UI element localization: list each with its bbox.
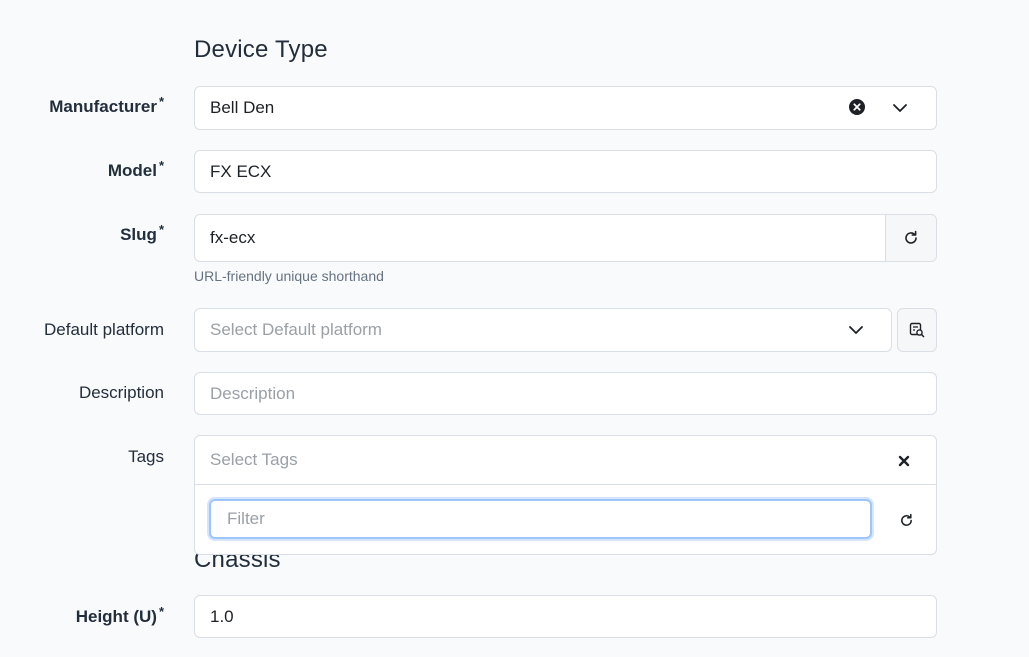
tags-filter-input[interactable]: Filter xyxy=(209,499,872,539)
default-platform-label: Default platform xyxy=(44,320,164,339)
slug-label-text: Slug xyxy=(120,225,157,244)
height-label-text: Height (U) xyxy=(75,607,157,626)
default-platform-select[interactable]: Select Default platform xyxy=(194,308,892,352)
height-input[interactable]: 1.0 xyxy=(194,595,937,638)
search-list-icon xyxy=(909,322,925,338)
required-mark: * xyxy=(158,158,164,173)
slug-label: Slug * xyxy=(0,222,164,245)
description-label: Description xyxy=(78,383,164,402)
section-title-device-type: Device Type xyxy=(194,36,328,63)
chevron-down-icon[interactable] xyxy=(890,99,910,117)
close-circle-icon[interactable] xyxy=(848,98,866,116)
regenerate-slug-button[interactable] xyxy=(885,214,937,262)
platform-lookup-button[interactable] xyxy=(897,308,937,352)
refresh-icon xyxy=(903,230,919,246)
default-platform-placeholder: Select Default platform xyxy=(210,320,382,339)
model-label-text: Model xyxy=(107,161,157,180)
close-icon[interactable] xyxy=(895,452,913,470)
required-mark: * xyxy=(158,222,164,237)
slug-value: fx-ecx xyxy=(210,228,256,247)
refresh-icon[interactable] xyxy=(897,511,915,529)
manufacturer-label-text: Manufacturer xyxy=(49,97,157,116)
chevron-down-icon[interactable] xyxy=(846,321,866,339)
tags-select-open[interactable]: Select Tags Filter xyxy=(194,435,937,555)
required-mark: * xyxy=(158,604,164,619)
model-label: Model * xyxy=(0,158,164,181)
required-mark: * xyxy=(158,94,164,109)
manufacturer-select[interactable]: Bell Den xyxy=(194,86,937,130)
manufacturer-label: Manufacturer * xyxy=(0,94,164,117)
tags-placeholder: Select Tags xyxy=(210,450,298,469)
tags-filter-placeholder: Filter xyxy=(227,509,265,528)
tags-select-control[interactable]: Select Tags xyxy=(195,436,936,485)
manufacturer-value: Bell Den xyxy=(210,98,275,117)
description-placeholder: Description xyxy=(210,383,296,403)
description-input[interactable]: Description xyxy=(194,372,937,415)
height-label: Height (U) * xyxy=(0,604,164,627)
slug-input[interactable]: fx-ecx xyxy=(194,214,887,262)
slug-help-text: URL-friendly unique shorthand xyxy=(194,268,384,284)
model-value: FX ECX xyxy=(210,161,272,181)
height-value: 1.0 xyxy=(210,606,234,626)
tags-label: Tags xyxy=(128,447,164,466)
model-input[interactable]: FX ECX xyxy=(194,150,937,193)
